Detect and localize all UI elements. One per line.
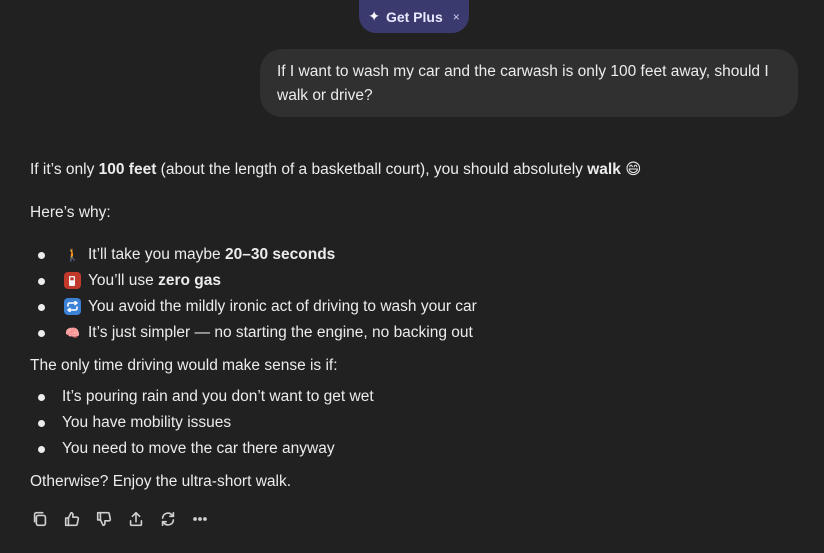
reason-text: You’ll use (88, 272, 159, 289)
brain-icon: 🧠 (65, 325, 80, 340)
condition-text: It’s pouring rain and you don’t want to … (62, 388, 374, 405)
thumbs-down-icon[interactable] (94, 508, 114, 530)
list-item: It’s pouring rain and you don’t want to … (30, 384, 374, 410)
intro-text-2: (about the length of a basketball court)… (156, 161, 588, 178)
condition-text: You have mobility issues (62, 414, 232, 431)
copy-icon[interactable] (30, 508, 50, 530)
list-item: 🧠 It’s just simpler — no starting the en… (30, 320, 477, 346)
list-item: You’ll use zero gas (30, 268, 477, 294)
bullet-icon (38, 278, 45, 285)
regenerate-icon[interactable] (158, 508, 178, 530)
bullet-icon (38, 304, 45, 311)
answer-intro: If it’s only 100 feet (about the length … (30, 158, 641, 182)
reason-bold: 20–30 seconds (224, 246, 336, 263)
intro-bold-distance: 100 feet (98, 161, 157, 178)
condition-text: You need to move the car there anyway (62, 440, 335, 457)
bullet-icon (38, 330, 45, 337)
why-label: Here’s why: (30, 204, 111, 221)
bullet-icon (38, 420, 45, 427)
reasons-list: 🚶 It’ll take you maybe 20–30 seconds You… (30, 242, 477, 346)
bullet-icon (38, 252, 45, 259)
list-item: You need to move the car there anyway (30, 436, 374, 462)
thumbs-up-icon[interactable] (62, 508, 82, 530)
list-item: You avoid the mildly ironic act of drivi… (30, 294, 477, 320)
more-icon[interactable] (190, 508, 210, 530)
close-icon[interactable]: × (453, 10, 460, 24)
intro-text-1: If it’s only (30, 161, 99, 178)
reason-text: It’ll take you maybe (88, 246, 225, 263)
fuel-pump-icon (64, 272, 81, 289)
reason-text: You avoid the mildly ironic act of drivi… (88, 298, 477, 315)
reason-bold: zero gas (158, 272, 221, 289)
get-plus-button[interactable]: ✦ Get Plus × (359, 0, 469, 33)
grin-emoji-icon: 😄 (625, 161, 642, 178)
message-actions (30, 508, 210, 530)
reason-text: It’s just simpler — no starting the engi… (88, 324, 473, 341)
user-message-text: If I want to wash my car and the carwash… (277, 63, 769, 104)
bullet-icon (38, 394, 45, 401)
share-icon[interactable] (126, 508, 146, 530)
sparkle-icon: ✦ (368, 8, 380, 24)
otherwise-text: Otherwise? Enjoy the ultra-short walk. (30, 473, 292, 490)
list-item: You have mobility issues (30, 410, 374, 436)
get-plus-label: Get Plus (385, 8, 443, 25)
user-message-bubble: If I want to wash my car and the carwash… (260, 49, 798, 117)
intro-bold-walk: walk (587, 161, 621, 178)
person-walking-icon: 🚶 (65, 247, 80, 262)
conditions-list: It’s pouring rain and you don’t want to … (30, 384, 374, 462)
bullet-icon (38, 446, 45, 453)
list-item: 🚶 It’ll take you maybe 20–30 seconds (30, 242, 477, 268)
repeat-arrows-icon (64, 298, 81, 315)
only-time-text: The only time driving would make sense i… (30, 357, 338, 374)
